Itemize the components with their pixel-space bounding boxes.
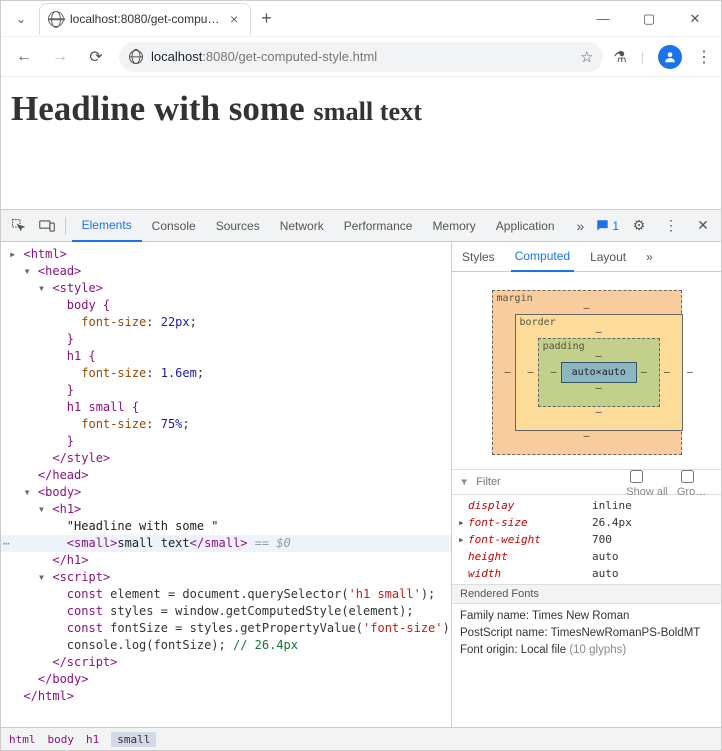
site-info-icon[interactable] (129, 50, 143, 64)
devtools-tab-sources[interactable]: Sources (206, 210, 270, 242)
devtools-tab-application[interactable]: Application (486, 210, 565, 242)
side-tabbar: Styles Computed Layout » (452, 242, 721, 272)
settings-icon[interactable]: ⚙ (627, 214, 651, 238)
rendered-fonts-header: Rendered Fonts (452, 585, 721, 604)
address-bar: ← → ⟳ localhost:8080/get-computed-style.… (1, 37, 721, 77)
dom-line[interactable]: font-size: 75%; (1, 416, 451, 433)
dom-line[interactable]: </body> (1, 671, 451, 688)
devtools-tab-performance[interactable]: Performance (334, 210, 423, 242)
issues-badge[interactable]: 1 (596, 219, 619, 233)
dom-line[interactable]: } (1, 433, 451, 450)
inspect-icon[interactable] (7, 214, 31, 238)
reload-button[interactable]: ⟳ (83, 44, 109, 70)
browser-tab[interactable]: localhost:8080/get-computed-s × (39, 3, 251, 35)
dom-line[interactable]: </script> (1, 654, 451, 671)
devtools-tabbar: ElementsConsoleSourcesNetworkPerformance… (1, 210, 721, 242)
more-tabs-icon[interactable]: » (569, 214, 593, 238)
close-tab-icon[interactable]: × (226, 11, 242, 27)
window-maximize[interactable]: ▢ (635, 11, 663, 27)
dom-line[interactable]: h1 small { (1, 399, 451, 416)
computed-prop-width[interactable]: widthauto (458, 565, 715, 582)
elements-tree[interactable]: ▸ <html> ▾ <head> ▾ <style> body { font-… (1, 242, 451, 727)
group-toggle[interactable]: Gro… (677, 467, 713, 498)
styles-side-pane: Styles Computed Layout » margin – – border … (451, 242, 721, 727)
box-border-label: border (520, 317, 556, 328)
forward-button[interactable]: → (47, 44, 73, 70)
dom-line[interactable]: </h1> (1, 552, 451, 569)
tab-dropdown[interactable]: ⌄ (9, 7, 33, 31)
computed-prop-display[interactable]: displayinline (458, 497, 715, 514)
computed-filter-row: Show all Gro… (452, 469, 721, 495)
crumb-body[interactable]: body (48, 733, 75, 746)
dom-line[interactable]: </head> (1, 467, 451, 484)
rendered-fonts: Rendered Fonts Family name: Times New Ro… (452, 584, 721, 663)
dom-line[interactable]: h1 { (1, 348, 451, 365)
crumb-h1[interactable]: h1 (86, 733, 99, 746)
dom-line[interactable]: ▸ <html> (1, 246, 451, 263)
browser-menu[interactable]: ⋮ (696, 47, 711, 67)
breadcrumb[interactable]: html body h1 small (1, 728, 721, 750)
box-content: auto×auto (561, 362, 637, 383)
device-mode-icon[interactable] (35, 214, 59, 238)
crumb-small[interactable]: small (111, 732, 156, 747)
show-all-toggle[interactable]: Show all (626, 467, 671, 498)
dom-line[interactable]: ▾ <body> (1, 484, 451, 501)
profile-avatar[interactable] (658, 45, 682, 69)
dom-line[interactable]: const fontSize = styles.getPropertyValue… (1, 620, 451, 637)
dom-line[interactable]: const styles = window.getComputedStyle(e… (1, 603, 451, 620)
dom-line[interactable]: } (1, 382, 451, 399)
devtools-tab-memory[interactable]: Memory (422, 210, 485, 242)
dom-line[interactable]: ▾ <script> (1, 569, 451, 586)
filter-icon (460, 476, 468, 488)
page-viewport: Headline with some small text (1, 77, 721, 209)
url-box[interactable]: localhost:8080/get-computed-style.html ☆ (119, 42, 603, 72)
side-tab-styles[interactable]: Styles (458, 242, 499, 272)
devtools-tab-console[interactable]: Console (142, 210, 206, 242)
dom-line[interactable]: ▾ <h1> (1, 501, 451, 518)
computed-prop-font-weight[interactable]: font-weight700 (458, 531, 715, 548)
devtools: ElementsConsoleSourcesNetworkPerformance… (1, 209, 721, 750)
dom-line[interactable]: console.log(fontSize); // 26.4px (1, 637, 451, 654)
box-model[interactable]: margin – – border – – padding (452, 272, 721, 469)
window-minimize[interactable]: — (589, 11, 617, 27)
dom-line[interactable]: font-size: 1.6em; (1, 365, 451, 382)
new-tab-button[interactable]: + (251, 8, 282, 29)
devtools-tab-elements[interactable]: Elements (72, 210, 142, 242)
devtools-tab-network[interactable]: Network (270, 210, 334, 242)
side-tab-layout[interactable]: Layout (586, 242, 630, 272)
computed-prop-font-size[interactable]: font-size26.4px (458, 514, 715, 531)
titlebar: ⌄ localhost:8080/get-computed-s × + — ▢ … (1, 1, 721, 37)
dom-line[interactable]: ▾ <head> (1, 263, 451, 280)
bookmark-icon[interactable]: ☆ (580, 48, 593, 66)
devtools-close-icon[interactable]: ✕ (691, 214, 715, 238)
side-tab-computed[interactable]: Computed (511, 242, 574, 272)
page-heading: Headline with some small text (11, 89, 711, 129)
dom-line[interactable]: body { (1, 297, 451, 314)
box-padding-label: padding (543, 341, 585, 352)
devtools-menu[interactable]: ⋮ (659, 214, 683, 238)
dom-line[interactable]: </style> (1, 450, 451, 467)
labs-icon[interactable]: ⚗ (613, 48, 626, 66)
tab-title: localhost:8080/get-computed-s (70, 12, 220, 26)
computed-properties[interactable]: displayinlinefont-size26.4pxfont-weight7… (452, 495, 721, 584)
computed-prop-height[interactable]: heightauto (458, 548, 715, 565)
dom-line[interactable]: "Headline with some " (1, 518, 451, 535)
back-button[interactable]: ← (11, 44, 37, 70)
dom-line[interactable]: ▾ <style> (1, 280, 451, 297)
dom-line[interactable]: ⋯ <small>small text</small> == $0 (1, 535, 451, 552)
url-text: localhost:8080/get-computed-style.html (151, 49, 572, 64)
dom-line[interactable]: </html> (1, 688, 451, 705)
side-more-tabs[interactable]: » (642, 242, 657, 272)
box-margin-label: margin (497, 293, 533, 304)
globe-icon (48, 11, 64, 27)
crumb-html[interactable]: html (9, 733, 36, 746)
dom-line[interactable]: const element = document.querySelector('… (1, 586, 451, 603)
filter-input[interactable] (474, 475, 620, 489)
dom-line[interactable]: } (1, 331, 451, 348)
window-close[interactable]: ✕ (681, 11, 709, 27)
dom-line[interactable]: font-size: 22px; (1, 314, 451, 331)
